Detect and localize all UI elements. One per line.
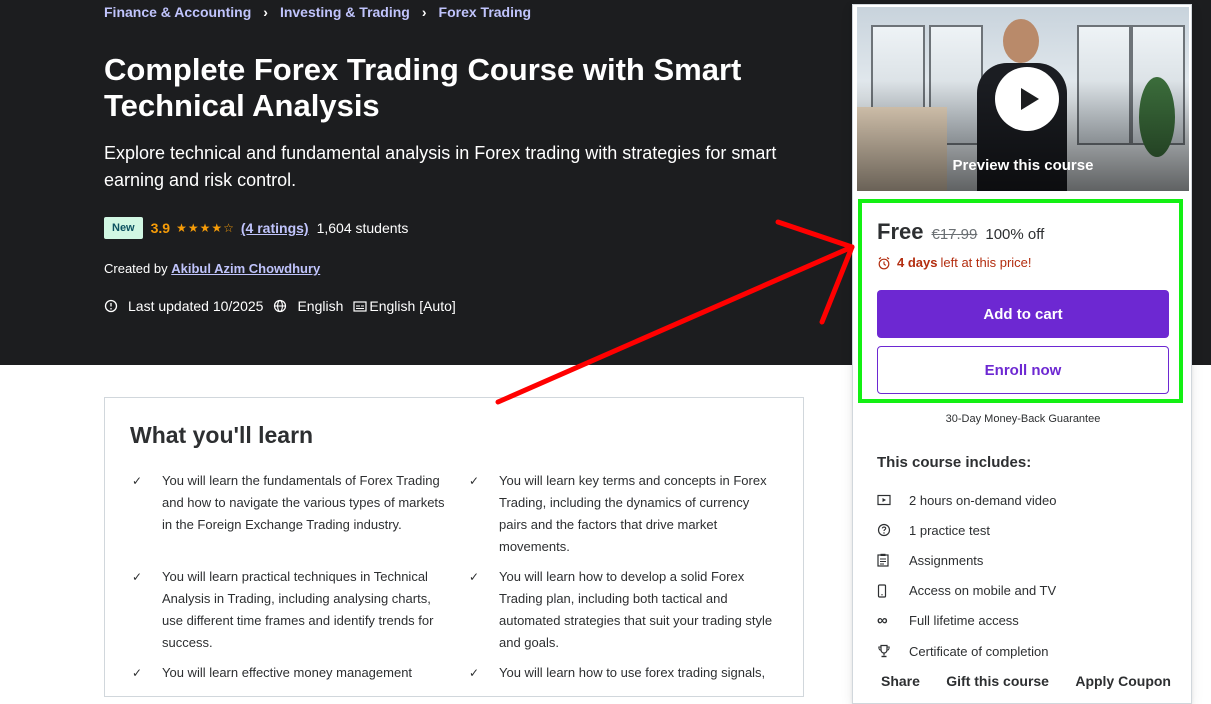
question-circle-icon [877, 523, 909, 537]
breadcrumb-investing[interactable]: Investing & Trading [280, 4, 410, 20]
course-language: English [297, 298, 344, 314]
list-item: ✓ You will learn how to develop a solid F… [467, 566, 780, 654]
created-by: Created by Akibul Azim Chowdhury [104, 261, 320, 276]
list-item: Access on mobile and TV [877, 576, 1056, 606]
star-rating-icon: ★★★★☆ [176, 221, 235, 235]
list-item: Assignments [877, 545, 1056, 575]
list-item: ✓ You will learn the fundamentals of Fore… [130, 470, 467, 558]
list-item: Certificate of completion [877, 636, 1056, 666]
apply-coupon-button[interactable]: Apply Coupon [1075, 673, 1171, 689]
purchase-card: Preview this course Free €17.99 100% off… [852, 4, 1192, 704]
card-links: Share Gift this course Apply Coupon [881, 673, 1171, 689]
video-icon [877, 494, 909, 506]
course-subtitle: Explore technical and fundamental analys… [104, 143, 777, 190]
original-price: €17.99 [931, 226, 978, 243]
share-button[interactable]: Share [881, 673, 920, 689]
breadcrumb-finance[interactable]: Finance & Accounting [104, 4, 251, 20]
includes-list: 2 hours on-demand video 1 practice test … [877, 485, 1056, 666]
trophy-icon [877, 644, 909, 658]
price-row: Free €17.99 100% off [877, 219, 1044, 245]
add-to-cart-button[interactable]: Add to cart [877, 290, 1169, 338]
list-item: 1 practice test [877, 515, 1056, 545]
chevron-right-icon: › [421, 4, 427, 20]
play-button[interactable] [995, 67, 1059, 131]
list-item: ✓ You will learn effective money manageme… [130, 662, 467, 684]
last-updated: Last updated 10/2025 [128, 298, 264, 314]
infinity-icon: ∞ [877, 612, 888, 630]
chevron-right-icon: › [263, 4, 268, 20]
includes-title: This course includes: [877, 454, 1032, 471]
gift-course-button[interactable]: Gift this course [946, 673, 1049, 689]
alert-badge-icon [104, 299, 118, 313]
globe-icon [274, 299, 287, 313]
course-meta: Last updated 10/2025 English English [Au… [104, 298, 466, 314]
play-icon [1020, 88, 1039, 110]
students-count: 1,604 students [316, 220, 409, 236]
list-item: ✓ You will learn practical techniques in … [130, 566, 467, 654]
list-item: ∞ Full lifetime access [877, 612, 1019, 630]
rating-score: 3.9 [150, 220, 171, 236]
course-captions: English [Auto] [369, 298, 456, 314]
timer-suffix: left at this price! [940, 255, 1032, 270]
check-icon: ✓ [132, 570, 143, 584]
created-by-label: Created by [104, 261, 168, 276]
check-icon: ✓ [469, 666, 480, 680]
preview-label[interactable]: Preview this course [857, 157, 1189, 174]
instructor-link[interactable]: Akibul Azim Chowdhury [171, 261, 320, 276]
discount-percent: 100% off [985, 226, 1045, 243]
enroll-now-button[interactable]: Enroll now [877, 346, 1169, 394]
check-icon: ✓ [469, 474, 480, 488]
mobile-icon [877, 584, 909, 598]
new-badge: New [104, 217, 143, 239]
list-item: ✓ You will learn key terms and concepts i… [467, 470, 780, 558]
list-item: ✓ You will learn how to use forex trading… [467, 662, 780, 684]
check-icon: ✓ [469, 570, 480, 584]
money-back-guarantee: 30-Day Money-Back Guarantee [945, 413, 1101, 425]
what-you-learn-title: What you'll learn [130, 422, 314, 448]
rating-row: New 3.9 ★★★★☆ (4 ratings) 1,604 students [104, 217, 408, 239]
check-icon: ✓ [132, 474, 143, 488]
what-you-learn-box: What you'll learn ✓ You will learn the fu… [104, 397, 804, 697]
price-timer: 4 days left at this price! [877, 255, 1032, 270]
clipboard-icon [877, 553, 909, 568]
breadcrumb: Finance & Accounting › Investing & Tradi… [104, 4, 531, 20]
timer-days: 4 days [897, 255, 938, 270]
check-icon: ✓ [132, 666, 143, 680]
captions-icon [353, 301, 367, 312]
alarm-clock-icon [878, 256, 890, 269]
breadcrumb-forex[interactable]: Forex Trading [439, 4, 532, 20]
list-item: 2 hours on-demand video [877, 485, 1056, 515]
course-title: Complete Forex Trading Course with Smart… [104, 52, 742, 123]
learn-list: ✓ You will learn the fundamentals of Fore… [130, 470, 780, 684]
current-price: Free [877, 219, 924, 244]
course-preview[interactable]: Preview this course [857, 7, 1189, 191]
ratings-count-link[interactable]: (4 ratings) [241, 220, 309, 236]
